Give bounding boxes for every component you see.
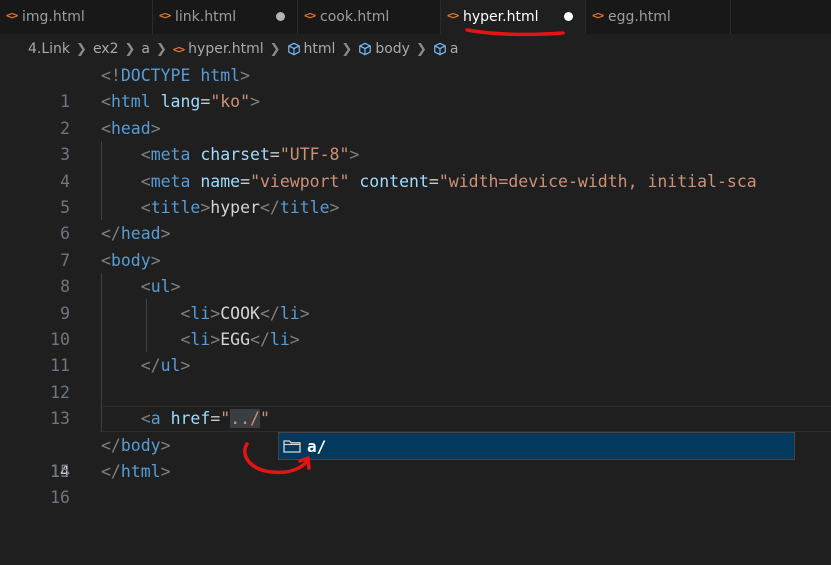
editor-tab-bar: <> img.html <> link.html <> cook.html <>… — [0, 0, 831, 34]
chevron-right-icon: ❯ — [341, 41, 353, 57]
html-file-icon: <> — [592, 9, 604, 22]
code-line[interactable]: 13 — [0, 380, 831, 428]
code-line-current[interactable]: 14 <a href="../" — [0, 406, 831, 481]
chevron-right-icon: ❯ — [269, 41, 281, 57]
code-text: </head> — [101, 224, 171, 244]
code-line[interactable]: 4 <meta charset="UTF-8"> — [0, 142, 831, 190]
code-line[interactable]: 10 <li>COOK</li> — [0, 301, 831, 349]
tab-label: img.html — [22, 9, 85, 25]
tab-cook-html[interactable]: <> cook.html — [298, 0, 441, 34]
tab-label: cook.html — [320, 9, 390, 25]
html-file-icon: <> — [6, 9, 18, 22]
code-text: <body> — [101, 250, 161, 270]
code-line[interactable]: 9 <ul> — [0, 274, 831, 322]
code-line[interactable]: 3 <head> — [0, 116, 831, 164]
chevron-right-icon: ❯ — [124, 41, 136, 57]
href-value-selection: ../ — [230, 409, 260, 429]
code-text: </ul> — [140, 356, 191, 376]
tab-bar-empty-space — [731, 0, 831, 34]
code-text: </html> — [101, 462, 171, 481]
code-line[interactable]: 7 </head> — [0, 221, 831, 269]
autocomplete-suggestion[interactable]: a/ — [278, 432, 795, 460]
html-file-icon: <> — [172, 42, 185, 56]
code-text: <a href="../" — [140, 409, 270, 429]
code-text: <meta name="viewport" content="width=dev… — [140, 171, 757, 191]
code-line[interactable]: 1 <!DOCTYPE html> — [0, 63, 831, 111]
folder-icon — [283, 440, 301, 453]
tab-label: egg.html — [608, 9, 671, 25]
code-line[interactable]: 8 <body> — [0, 248, 831, 296]
code-line[interactable]: 6 <title>hyper</title> — [0, 195, 831, 243]
code-text: <li>COOK</li> — [180, 303, 310, 323]
symbol-element-icon — [434, 42, 446, 56]
code-line[interactable]: 12 </ul> — [0, 353, 831, 401]
code-line[interactable]: 2 <html lang="ko"> — [0, 89, 831, 137]
breadcrumb-file[interactable]: hyper.html — [188, 41, 263, 57]
html-file-icon: <> — [159, 9, 171, 22]
breadcrumb-folder[interactable]: ex2 — [93, 41, 119, 57]
chevron-right-icon: ❯ — [76, 41, 87, 57]
code-line[interactable]: 11 <li>EGG</li> — [0, 327, 831, 375]
symbol-element-icon — [287, 42, 300, 56]
breadcrumb-symbol[interactable]: html — [304, 41, 336, 57]
code-text: <meta charset="UTF-8"> — [140, 145, 360, 165]
code-line[interactable]: 16 </html> — [0, 459, 831, 507]
breadcrumb-symbol[interactable]: body — [375, 41, 410, 57]
html-file-icon: <> — [447, 9, 459, 22]
tab-label: link.html — [175, 9, 237, 25]
tab-label: hyper.html — [463, 9, 539, 25]
tab-hyper-html[interactable]: <> hyper.html — [441, 0, 586, 34]
tab-link-html[interactable]: <> link.html — [153, 0, 298, 34]
chevron-right-icon: ❯ — [156, 41, 167, 57]
breadcrumb: 4.Link ❯ ex2 ❯ a ❯ <> hyper.html ❯ html … — [0, 37, 831, 61]
code-text: <title>hyper</title> — [140, 198, 340, 217]
breadcrumb-folder[interactable]: 4.Link — [28, 41, 70, 57]
unsaved-dot-icon[interactable] — [276, 12, 285, 21]
breadcrumb-folder[interactable]: a — [141, 41, 150, 57]
tab-egg-html[interactable]: <> egg.html — [586, 0, 731, 34]
code-line[interactable]: 5 <meta name="viewport" content="width=d… — [0, 169, 831, 217]
code-text: <!DOCTYPE html> — [101, 66, 251, 85]
symbol-element-icon — [359, 42, 372, 56]
breadcrumb-symbol[interactable]: a — [450, 41, 459, 57]
unsaved-dot-icon[interactable] — [564, 12, 573, 21]
suggestion-label: a/ — [307, 436, 327, 456]
line-number: 16 — [50, 488, 70, 508]
code-text: </body> — [101, 435, 171, 455]
code-text: <html lang="ko"> — [101, 92, 260, 112]
tab-img-html[interactable]: <> img.html — [0, 0, 153, 34]
chevron-right-icon: ❯ — [415, 41, 427, 57]
code-text: <head> — [101, 118, 161, 138]
code-text: <li>EGG</li> — [180, 330, 300, 349]
code-text: <ul> — [140, 277, 181, 297]
html-file-icon: <> — [304, 9, 316, 22]
